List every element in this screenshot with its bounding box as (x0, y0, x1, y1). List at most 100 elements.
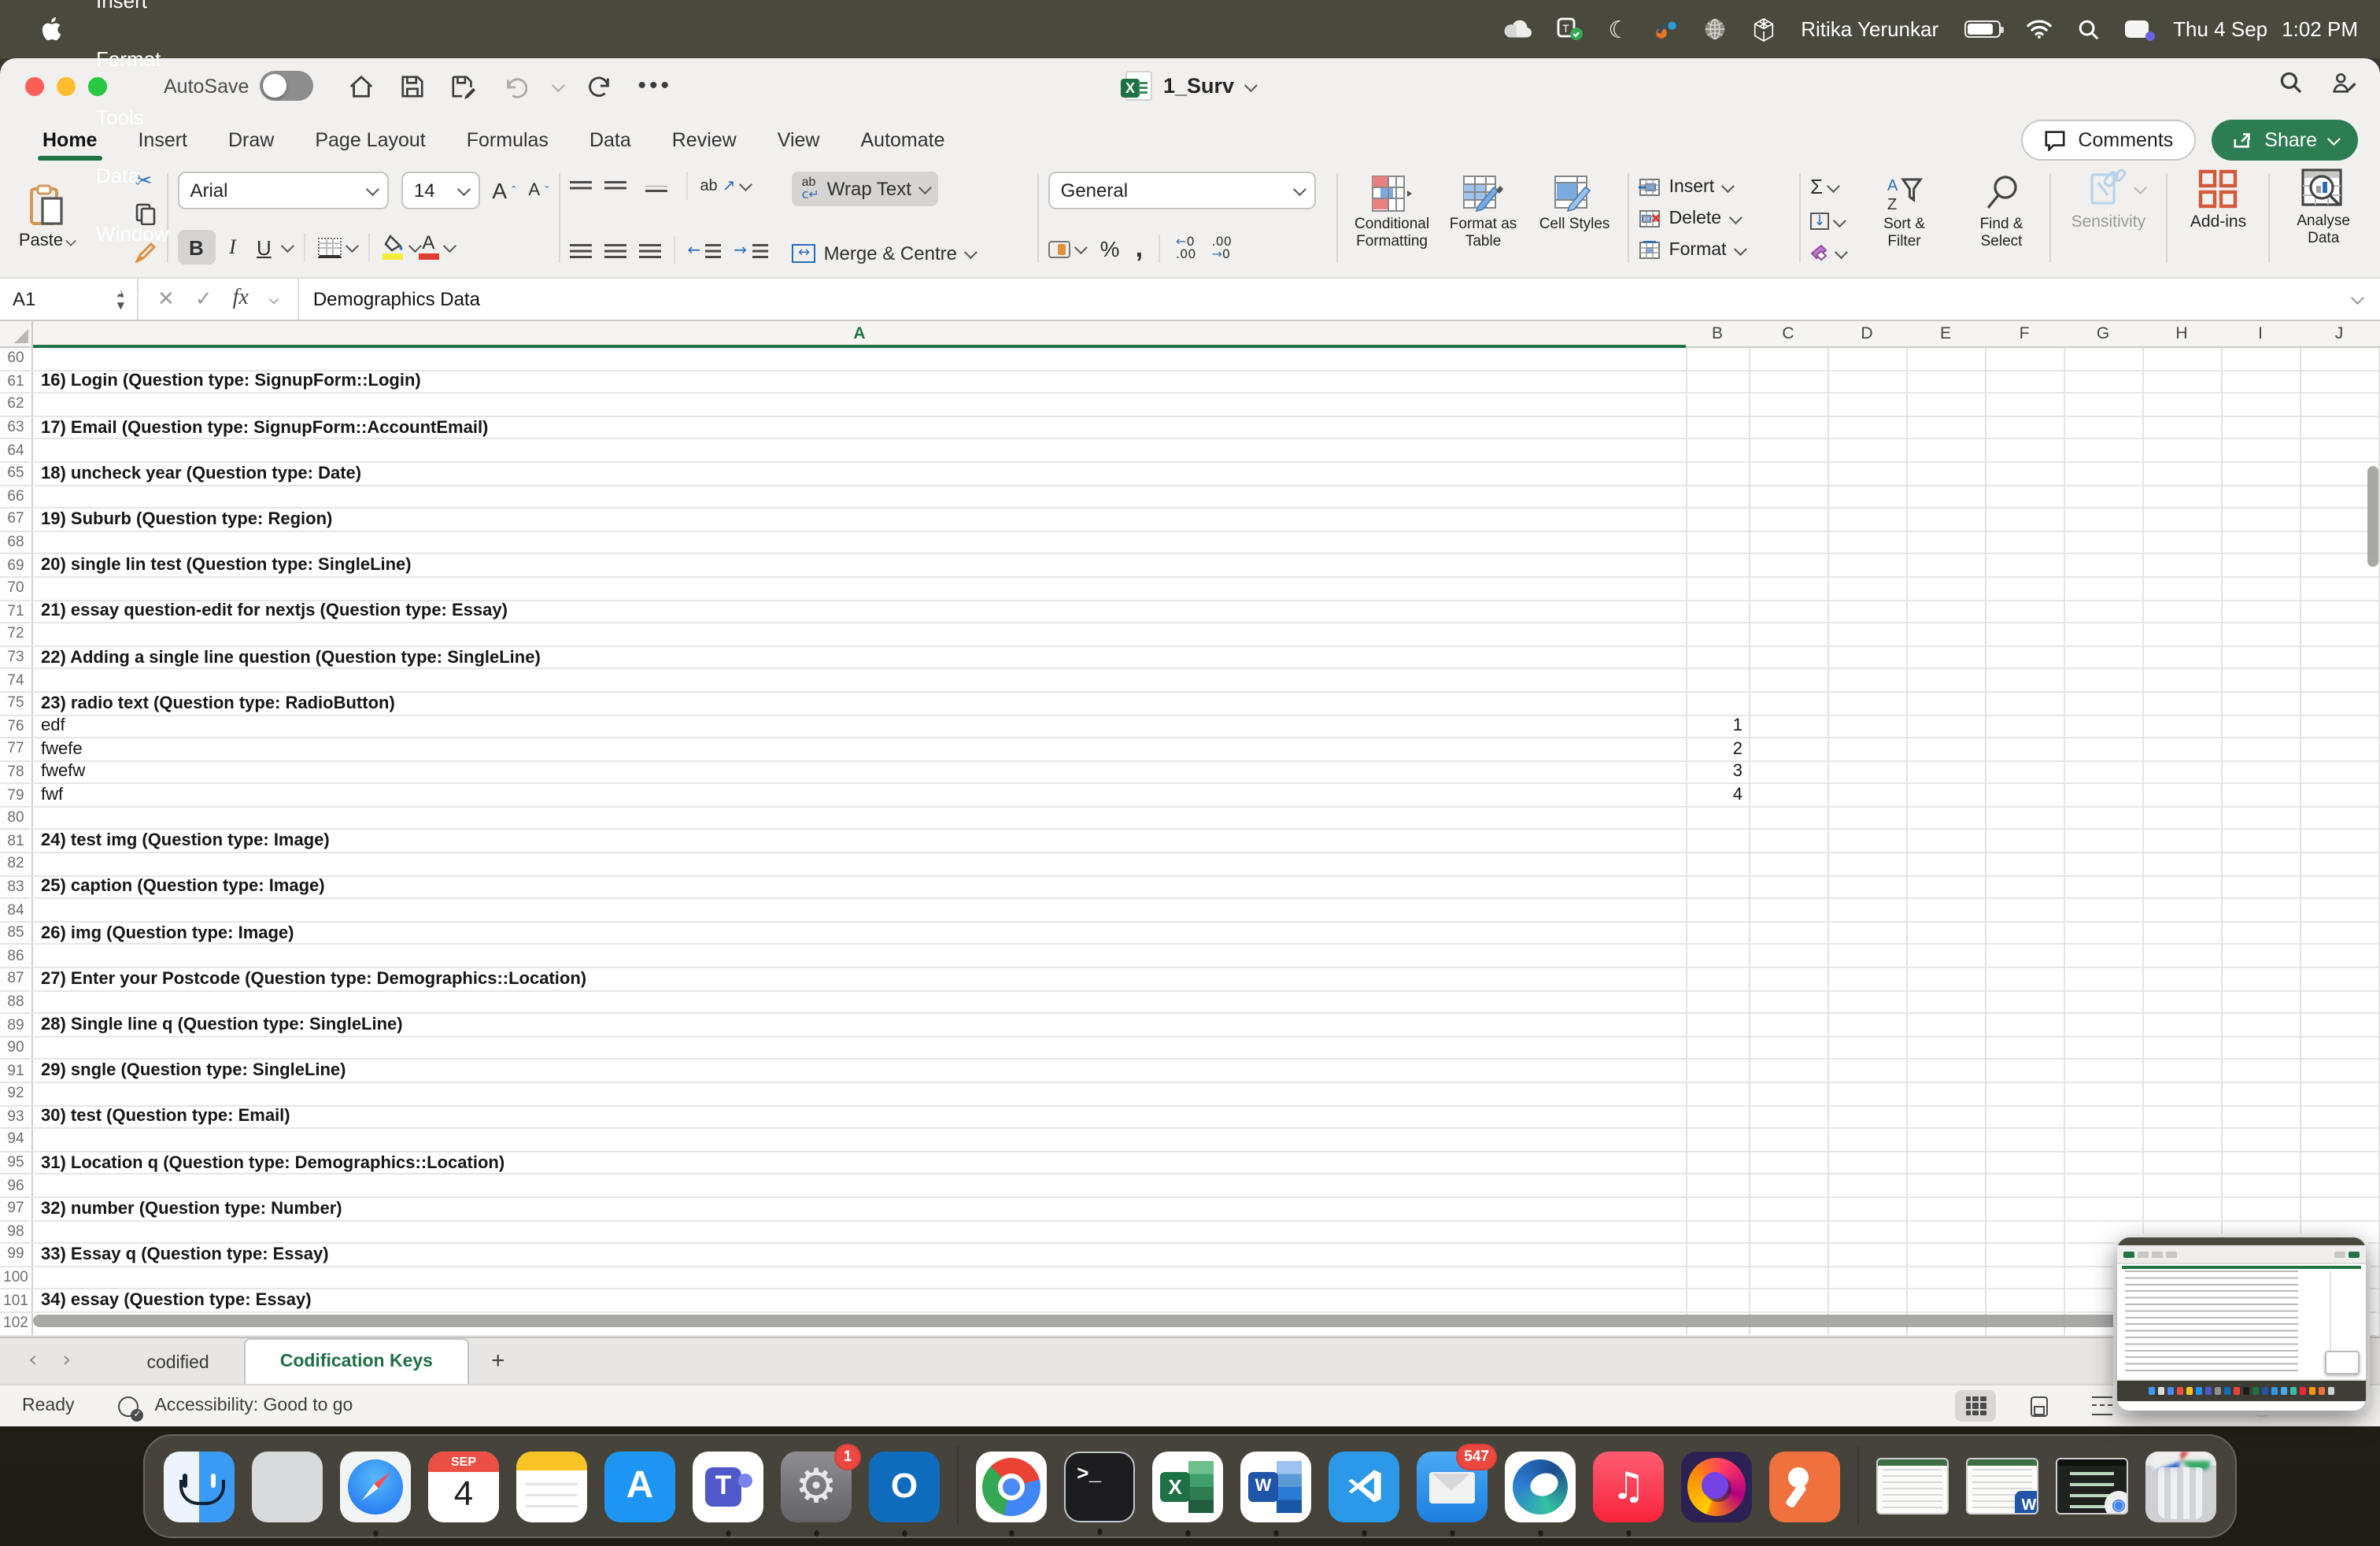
cell-A86[interactable] (35, 945, 1684, 967)
cell-A100[interactable] (35, 1267, 1684, 1289)
row-header-73[interactable]: 73 (0, 646, 33, 668)
search-icon[interactable] (2279, 70, 2303, 102)
row-header-60[interactable]: 60 (0, 348, 33, 369)
spotlight-search-icon[interactable] (2077, 13, 2099, 45)
globe-icon[interactable] (1703, 13, 1727, 45)
home-icon[interactable] (348, 73, 375, 98)
normal-view-button[interactable] (1955, 1390, 1996, 1422)
wifi-icon[interactable] (2025, 13, 2052, 45)
row-header-82[interactable]: 82 (0, 853, 33, 875)
dock-item-vscode[interactable] (1329, 1451, 1399, 1522)
more-toolbar-icon[interactable]: ••• (638, 72, 672, 99)
dock-item-word[interactable] (1240, 1451, 1311, 1522)
horizontal-scrollbar[interactable] (33, 1315, 2120, 1327)
align-right-icon[interactable] (638, 243, 660, 257)
cell-A61[interactable]: 16) Login (Question type: SignupForm::Lo… (35, 371, 1684, 392)
row-header-81[interactable]: 81 (0, 830, 33, 852)
row-header-74[interactable]: 74 (0, 670, 33, 691)
cell-A75[interactable]: 23) radio text (Question type: RadioButt… (35, 693, 1684, 714)
cell-A64[interactable] (35, 440, 1684, 461)
row-header-83[interactable]: 83 (0, 876, 33, 897)
dock-item-finder[interactable] (164, 1451, 235, 1522)
analyse-data-button[interactable]: Analyse Data (2279, 168, 2367, 268)
cell-A85[interactable]: 26) img (Question type: Image) (35, 923, 1684, 944)
cell-A83[interactable]: 25) caption (Question type: Image) (35, 876, 1684, 897)
cell-B76[interactable]: 1 (1686, 716, 1747, 737)
cell-A79[interactable]: fwf (35, 785, 1684, 806)
row-header-85[interactable]: 85 (0, 923, 33, 944)
ribbon-tab-data[interactable]: Data (569, 113, 652, 165)
dock-item-terminal[interactable] (1064, 1451, 1135, 1522)
cell-A80[interactable] (35, 808, 1684, 829)
wrap-text-button[interactable]: abc↵ Wrap Text (793, 172, 938, 206)
row-header-99[interactable]: 99 (0, 1244, 33, 1265)
font-color-button[interactable]: A (418, 235, 453, 260)
cell-A78[interactable]: fwefw (35, 761, 1684, 782)
cell-B78[interactable]: 3 (1686, 761, 1747, 782)
column-header-B[interactable]: B (1686, 321, 1749, 346)
colored-app-icon[interactable] (1654, 13, 1678, 45)
row-header-64[interactable]: 64 (0, 440, 33, 461)
align-left-icon[interactable] (569, 243, 591, 257)
row-header-91[interactable]: 91 (0, 1060, 33, 1082)
font-size-select[interactable]: 14 (401, 172, 480, 209)
box-app-icon[interactable] (1752, 13, 1776, 45)
row-header-63[interactable]: 63 (0, 417, 33, 438)
dock-item-edge[interactable] (1505, 1451, 1576, 1522)
row-header-80[interactable]: 80 (0, 808, 33, 829)
row-header-90[interactable]: 90 (0, 1037, 33, 1059)
formula-bar-expand-icon[interactable] (2351, 291, 2364, 305)
cell-A62[interactable] (35, 394, 1684, 415)
cell-A93[interactable]: 30) test (Question type: Email) (35, 1106, 1684, 1127)
column-header-H[interactable]: H (2142, 321, 2221, 346)
cell-A72[interactable] (35, 623, 1684, 645)
cell-B79[interactable]: 4 (1686, 785, 1747, 806)
dock-item-min-word[interactable]: W (1966, 1458, 2038, 1515)
comments-button[interactable]: Comments (2021, 119, 2195, 160)
row-header-92[interactable]: 92 (0, 1083, 33, 1104)
row-header-66[interactable]: 66 (0, 486, 33, 507)
cell-A60[interactable] (35, 348, 1684, 369)
save-icon[interactable] (400, 73, 425, 98)
underline-button[interactable]: U (249, 235, 278, 259)
cell-B77[interactable]: 2 (1686, 738, 1747, 760)
cell-A95[interactable]: 31) Location q (Question type: Demograph… (35, 1152, 1684, 1174)
menu-item-data[interactable]: Data (79, 146, 187, 204)
row-header-95[interactable]: 95 (0, 1152, 33, 1174)
delete-cells-button[interactable]: Delete (1639, 204, 1790, 232)
ribbon-tab-draw[interactable]: Draw (208, 113, 294, 165)
cell-A101[interactable]: 34) essay (Question type: Essay) (35, 1290, 1684, 1311)
format-as-table-button[interactable]: Format as Table (1439, 172, 1528, 250)
ribbon-tab-page-layout[interactable]: Page Layout (294, 113, 445, 165)
teams-status-icon[interactable]: T (1556, 13, 1583, 45)
cell-A68[interactable] (35, 532, 1684, 553)
sort-filter-button[interactable]: AZ Sort & Filter (1867, 172, 1942, 264)
save-as-icon[interactable] (450, 73, 477, 98)
row-header-84[interactable]: 84 (0, 900, 33, 921)
vertical-scrollbar[interactable] (2367, 466, 2378, 567)
cell-A70[interactable] (35, 578, 1684, 599)
number-format-select[interactable]: General (1048, 172, 1316, 209)
align-center-icon[interactable] (604, 243, 626, 257)
column-header-G[interactable]: G (2064, 321, 2142, 346)
row-header-98[interactable]: 98 (0, 1221, 33, 1242)
add-sheet-button[interactable]: + (469, 1337, 527, 1384)
cell-A66[interactable] (35, 486, 1684, 507)
dock-item-launchpad[interactable] (252, 1451, 323, 1522)
menu-item-insert[interactable]: Insert (79, 0, 187, 29)
increase-indent-icon[interactable]: → (734, 242, 767, 259)
borders-button[interactable] (317, 237, 355, 257)
format-cells-button[interactable]: Format (1639, 235, 1790, 264)
row-header-68[interactable]: 68 (0, 532, 33, 553)
increase-font-icon[interactable]: Aˆ (492, 178, 516, 203)
row-header-94[interactable]: 94 (0, 1129, 33, 1150)
ribbon-tab-review[interactable]: Review (652, 113, 757, 165)
share-person-icon[interactable] (2331, 70, 2358, 102)
cell-A73[interactable]: 22) Adding a single line question (Quest… (35, 646, 1684, 668)
row-header-71[interactable]: 71 (0, 601, 33, 622)
cell-A63[interactable]: 17) Email (Question type: SignupForm::Ac… (35, 417, 1684, 438)
apple-menu-icon[interactable] (22, 0, 79, 58)
row-header-87[interactable]: 87 (0, 968, 33, 989)
decrease-decimal-icon[interactable]: ←0.00 (1176, 236, 1196, 261)
orientation-button[interactable]: ab↗ (700, 177, 749, 194)
